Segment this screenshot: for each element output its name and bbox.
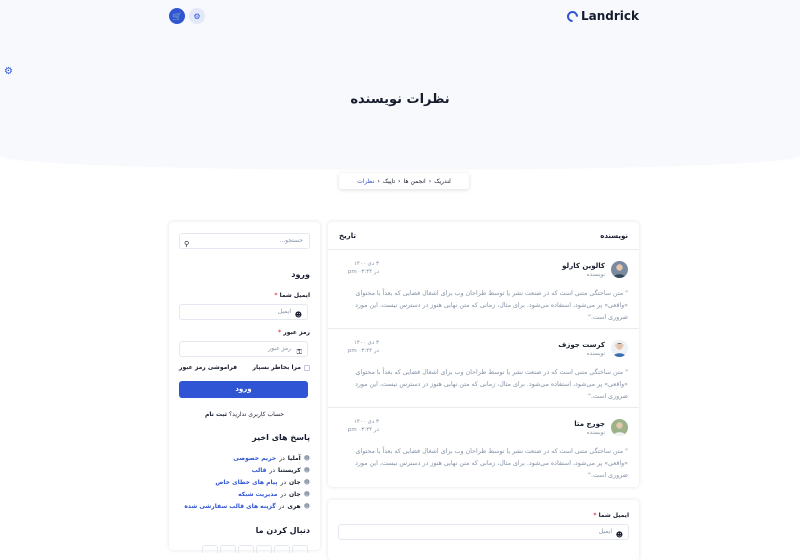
login-button[interactable]: ورود xyxy=(179,381,308,398)
chevron-left-icon: ‹ xyxy=(398,177,401,185)
chevron-left-icon: ‹ xyxy=(428,177,432,185)
table-row: جورج متا نویسنده ۳ دی ۱۴۰۰ در ۰۳:۴۴ pm " … xyxy=(328,409,639,487)
list-item: ☻ هری در گزینه های قالب سفارشی شده xyxy=(184,503,310,510)
reply-topic-link[interactable]: مدیریت شبکه xyxy=(238,491,277,498)
user-icon: ☻ xyxy=(303,491,310,498)
brand-name: Landrick xyxy=(580,9,639,23)
reply-email-field[interactable]: ایمیل ☻ xyxy=(338,524,629,540)
list-item: ☻ جان در مدیریت شبکه xyxy=(238,491,310,498)
author-role: نویسنده xyxy=(586,430,605,436)
remember-checkbox[interactable]: مرا بخاطر بسپار xyxy=(253,364,310,371)
reply-form: ایمیل شما * ایمیل ☻ xyxy=(328,500,639,560)
table-header: نویسنده تاریخ xyxy=(328,222,639,250)
list-item: ☻ جان در پیام های خطای خاص xyxy=(215,479,310,486)
cart-icon[interactable]: 🛒 xyxy=(169,8,185,24)
social-icon[interactable] xyxy=(274,545,290,553)
social-icon[interactable] xyxy=(202,545,218,553)
search-input[interactable]: جستجو... ⚲ xyxy=(179,233,310,249)
author-role: نویسنده xyxy=(586,351,605,357)
logo-mark-icon xyxy=(564,8,581,24)
forgot-password-link[interactable]: فراموشی رمز عبور xyxy=(179,364,237,371)
breadcrumb: لندریک ‹ انجمن ها ‹ تاپیک ‹ نظرات xyxy=(339,173,469,189)
user-icon: ☻ xyxy=(303,479,310,486)
user-icon: ☻ xyxy=(303,467,310,474)
brand-logo[interactable]: Landrick xyxy=(564,8,639,24)
social-icon[interactable] xyxy=(292,545,308,553)
table-row: کرست جوزف نویسنده ۳ دی ۱۴۰۰ در ۰۳:۴۴ pm "… xyxy=(328,330,639,408)
comments-table: نویسنده تاریخ کالوین کارلو نویسنده ۳ دی … xyxy=(328,222,639,487)
chevron-left-icon: ‹ xyxy=(377,177,380,185)
password-label: رمز عبور * xyxy=(278,329,310,336)
author-name[interactable]: کالوین کارلو xyxy=(562,262,605,270)
reply-email-label: ایمیل شما * xyxy=(593,512,629,519)
author-role: نویسنده xyxy=(586,272,605,278)
signup-link[interactable]: ثبت نام xyxy=(205,411,227,418)
remember-row: مرا بخاطر بسپار فراموشی رمز عبور xyxy=(179,364,310,371)
column-author: نویسنده xyxy=(600,231,628,240)
top-navbar: 🛒 ⚙ Landrick xyxy=(0,0,800,34)
reply-topic-link[interactable]: پیام های خطای خاص xyxy=(215,479,277,486)
table-row: کالوین کارلو نویسنده ۳ دی ۱۴۰۰ در ۰۳:۴۴ p… xyxy=(328,251,639,329)
reply-topic-link[interactable]: گزینه های قالب سفارشی شده xyxy=(184,503,275,510)
reply-topic-link[interactable]: حریم خصوصی xyxy=(233,455,276,462)
search-icon[interactable]: ⚲ xyxy=(184,237,189,251)
comment-date: ۳ دی ۱۴۰۰ در ۰۳:۴۴ pm xyxy=(347,340,379,354)
recent-replies-title: پاسخ های اخیر xyxy=(252,433,310,442)
settings-gear-icon[interactable]: ⚙ xyxy=(4,67,14,77)
no-account-text: حساب کاربری ندارید؟ xyxy=(228,411,284,418)
signup-row: حساب کاربری ندارید؟ ثبت نام xyxy=(169,411,320,418)
column-date: تاریخ xyxy=(339,231,356,240)
user-icon: ☻ xyxy=(303,503,310,510)
password-field[interactable]: رمز عبور ⚿ xyxy=(179,341,308,357)
avatar[interactable] xyxy=(611,340,628,357)
page-title: نظرات نویسنده xyxy=(350,92,450,107)
breadcrumb-current: نظرات xyxy=(357,177,375,185)
social-icon[interactable] xyxy=(256,545,272,553)
follow-us-title: دنبال کردن ما xyxy=(255,526,310,535)
list-item: ☻ کریستنا در قالب xyxy=(251,467,310,474)
author-name[interactable]: کرست جوزف xyxy=(558,341,605,349)
comment-text: " متن ساختگی متنی است که در صنعت نشر یا … xyxy=(355,369,628,400)
login-title: ورود xyxy=(291,270,310,279)
user-icon: ☻ xyxy=(615,531,623,539)
email-field[interactable]: ایمیل ☻ xyxy=(179,304,308,320)
user-icon: ☻ xyxy=(294,311,302,319)
breadcrumb-topic[interactable]: تاپیک xyxy=(383,178,395,185)
comment-text: " متن ساختگی متنی است که در صنعت نشر یا … xyxy=(355,448,628,479)
reply-topic-link[interactable]: قالب xyxy=(252,467,267,474)
gear-icon[interactable]: ⚙ xyxy=(189,8,205,24)
author-name[interactable]: جورج متا xyxy=(574,420,605,428)
comment-text: " متن ساختگی متنی است که در صنعت نشر یا … xyxy=(355,290,628,321)
social-icons-row xyxy=(202,545,308,553)
user-icon: ☻ xyxy=(303,455,310,462)
comment-date: ۳ دی ۱۴۰۰ در ۰۳:۴۴ pm xyxy=(347,419,379,433)
breadcrumb-home[interactable]: لندریک xyxy=(434,178,451,185)
key-icon: ⚿ xyxy=(296,348,302,356)
avatar[interactable] xyxy=(611,419,628,436)
avatar[interactable] xyxy=(611,261,628,278)
list-item: ☻ آملیا در حریم خصوصی xyxy=(233,455,310,462)
social-icon[interactable] xyxy=(238,545,254,553)
breadcrumb-forums[interactable]: انجمن ها xyxy=(404,178,426,185)
email-label: ایمیل شما * xyxy=(274,292,310,299)
comment-date: ۳ دی ۱۴۰۰ در ۰۳:۴۴ pm xyxy=(347,261,379,275)
sidebar: جستجو... ⚲ ورود ایمیل شما * ایمیل ☻ رمز … xyxy=(169,222,320,550)
social-icon[interactable] xyxy=(220,545,236,553)
